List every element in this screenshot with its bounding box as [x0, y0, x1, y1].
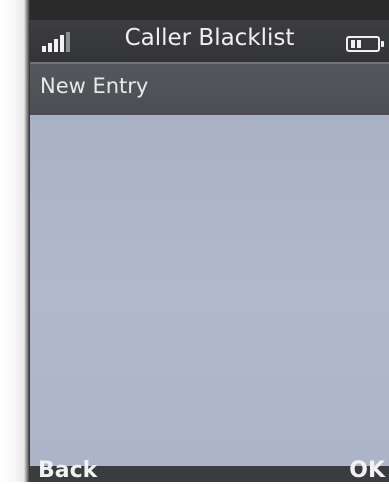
phone-screen: Caller Blacklist New Entry Back OK: [30, 20, 389, 483]
status-bar: Caller Blacklist: [30, 20, 389, 62]
back-softkey[interactable]: Back: [38, 458, 97, 484]
list-empty-area: [30, 115, 389, 466]
list-item-new-entry[interactable]: New Entry: [30, 64, 389, 115]
battery-icon: [346, 36, 384, 52]
phone-device: Caller Blacklist New Entry Back OK: [0, 0, 389, 483]
screen-title: Caller Blacklist: [124, 25, 295, 51]
softkey-bar: Back OK: [30, 458, 389, 483]
list-item-label: New Entry: [40, 74, 149, 98]
ok-softkey[interactable]: OK: [349, 458, 385, 484]
